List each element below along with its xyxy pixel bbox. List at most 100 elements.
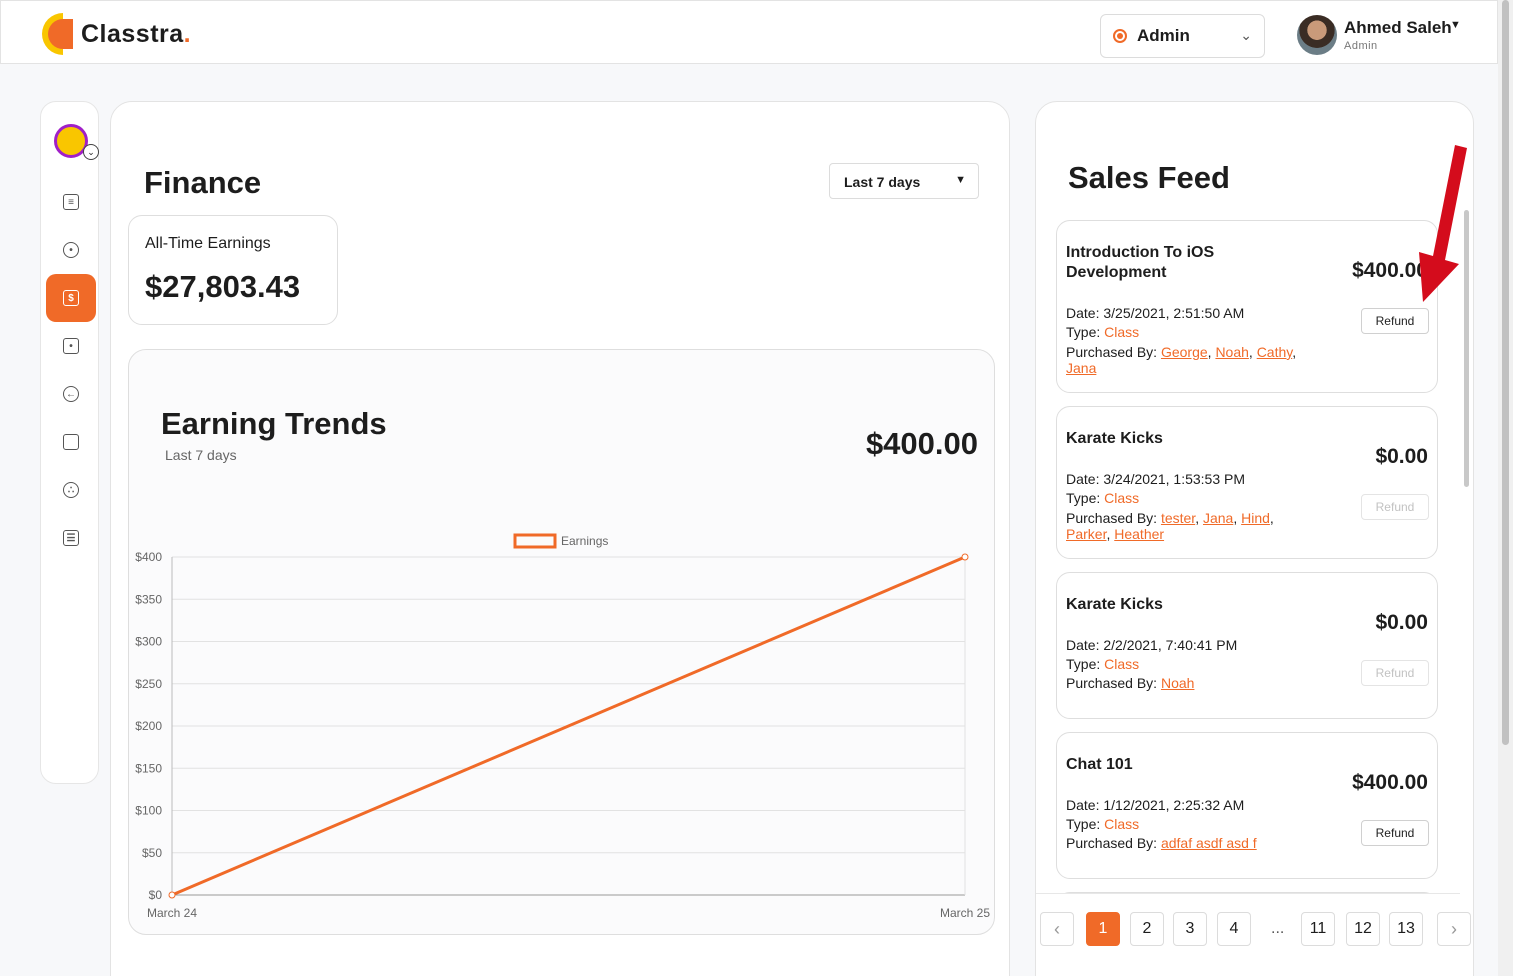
sale-title: Karate Kicks [1066,430,1163,447]
caret-down-icon: ▼ [1450,19,1461,31]
all-time-earnings-card: All-Time Earnings $27,803.43 [128,215,338,325]
sidebar-item-settings[interactable]: ☰ [46,514,96,562]
caret-down-icon: ▼ [955,174,966,186]
y-tick-label: $300 [135,635,162,649]
user-role: Admin [1344,40,1378,52]
page-button[interactable]: 4 [1217,912,1251,946]
chevron-down-icon[interactable]: ⌄ [83,144,99,160]
sale-date: Date: 2/2/2021, 7:40:41 PM [1066,637,1238,653]
logout-icon: ← [63,386,79,402]
data-point [961,553,969,561]
sale-details: Date: 3/24/2021, 1:53:53 PM Type: Class … [1066,470,1366,542]
page-scrollbar-thumb[interactable] [1502,0,1509,745]
sale-item: Chat 101 $400.00 Date: 1/12/2021, 2:25:3… [1056,732,1438,879]
earning-trends-total: $400.00 [865,426,978,461]
earnings-line-chart: Earnings $0 $50 $100 $150 $200 $250 $300 $350 $4… [135,533,990,920]
buyer-link[interactable]: George [1161,344,1208,360]
sidebar-item-classes[interactable]: ≡ [46,178,96,226]
role-select[interactable]: Admin ⌄ [1100,14,1265,58]
next-page-button[interactable]: › [1437,912,1471,946]
purchased-by-label: Purchased By: [1066,344,1158,360]
face-icon: ∴ [63,482,79,498]
sidebar-item-coupons[interactable]: • [46,322,96,370]
sidebar-item-finance[interactable]: $ [46,274,96,322]
buyer-link[interactable]: Jana [1066,360,1096,376]
sale-item: Introduction To iOS Development $400.00 … [1056,220,1438,393]
buyer-link[interactable]: Noah [1161,675,1194,691]
sale-amount: $0.00 [1375,611,1428,634]
role-radio-icon [1113,29,1127,43]
user-icon: • [63,242,79,258]
sale-type-label: Type: [1066,656,1101,672]
refund-button[interactable]: Refund [1361,308,1429,334]
sale-date: Date: 3/24/2021, 1:53:53 PM [1066,471,1246,487]
all-time-earnings-label: All-Time Earnings [145,235,271,252]
chevron-down-icon: ⌄ [1240,27,1252,43]
buyer-link[interactable]: Cathy [1257,344,1293,360]
page-button[interactable]: 13 [1389,912,1423,946]
y-tick-label: $200 [135,719,162,733]
refund-button[interactable]: Refund [1361,820,1429,846]
sidebar-item-chat[interactable] [46,418,96,466]
role-select-value: Admin [1137,26,1190,45]
page-button[interactable]: 3 [1173,912,1207,946]
sale-title: Karate Kicks [1066,596,1163,613]
legend-swatch [513,533,557,549]
earning-trends-subtitle: Last 7 days [165,447,237,463]
buyer-link[interactable]: tester [1161,510,1195,526]
prev-page-button[interactable]: ‹ [1040,912,1074,946]
user-name: Ahmed Saleh [1344,18,1452,37]
sidebar-item-logout[interactable]: ← [46,370,96,418]
sale-type: Class [1104,490,1140,506]
buyer-link[interactable]: Noah [1215,344,1248,360]
page-button[interactable]: 1 [1086,912,1120,946]
tag-icon: • [63,338,79,354]
x-tick-label: March 24 [147,906,197,920]
sidebar-item-users[interactable]: • [46,226,96,274]
settings-icon: ☰ [63,530,79,546]
earning-trends-title: Earning Trends [161,406,387,441]
top-bar: Classtra. Admin ⌄ Ahmed Saleh Admin ▼ [0,0,1498,64]
purchased-by-label: Purchased By: [1066,510,1158,526]
refund-button[interactable]: Refund [1361,660,1429,686]
sidebar: ⌄ ≡ • $ • ← ∴ ☰ [40,101,99,784]
y-tick-label: $250 [135,677,162,691]
annotation-arrow-icon [1419,145,1467,302]
sale-amount: $0.00 [1375,445,1428,468]
sale-title: Chat 101 [1066,756,1133,773]
sale-amount: $400.00 [1352,771,1428,794]
buyer-link[interactable]: Jana [1203,510,1233,526]
classtra-logo-icon [42,13,73,55]
finance-panel: Finance Last 7 days ▼ All-Time Earnings … [110,101,1010,976]
buyer-link[interactable]: Hind [1241,510,1270,526]
sale-type: Class [1104,816,1140,832]
brand-logo[interactable]: Classtra. [41,11,191,57]
date-range-value: Last 7 days [844,174,921,190]
sale-type: Class [1104,656,1140,672]
date-range-select[interactable]: Last 7 days ▼ [829,163,979,199]
refund-button[interactable]: Refund [1361,494,1429,520]
dollar-icon: $ [63,290,79,306]
page-button[interactable]: 2 [1130,912,1164,946]
legend-label: Earnings [561,534,608,548]
y-tick-label: $150 [135,761,162,775]
page-button[interactable]: 12 [1346,912,1380,946]
page-title: Finance [144,165,262,200]
buyer-link[interactable]: Heather [1114,526,1164,542]
buyer-link[interactable]: adfaf asdf asd f [1161,835,1257,851]
book-icon: ≡ [63,194,79,210]
sale-type-label: Type: [1066,490,1101,506]
sales-feed-title: Sales Feed [1068,160,1230,195]
buyer-link[interactable]: Parker [1066,526,1106,542]
user-menu[interactable]: Ahmed Saleh Admin ▼ [1297,15,1461,55]
sale-item: Karate Kicks $0.00 Date: 2/2/2021, 7:40:… [1056,572,1438,719]
sale-details: Date: 1/12/2021, 2:25:32 AM Type: Class … [1066,796,1366,853]
sales-feed-list: Introduction To iOS Development $400.00 … [1036,220,1460,893]
sale-item: Karate Kicks $0.00 Date: 3/24/2021, 1:53… [1056,406,1438,559]
page-button[interactable]: 11 [1301,912,1335,946]
y-tick-label: $400 [135,550,162,564]
data-point [168,891,176,899]
sidebar-item-support[interactable]: ∴ [46,466,96,514]
page-ellipsis: ... [1271,920,1285,937]
sale-date: Date: 1/12/2021, 2:25:32 AM [1066,797,1245,813]
